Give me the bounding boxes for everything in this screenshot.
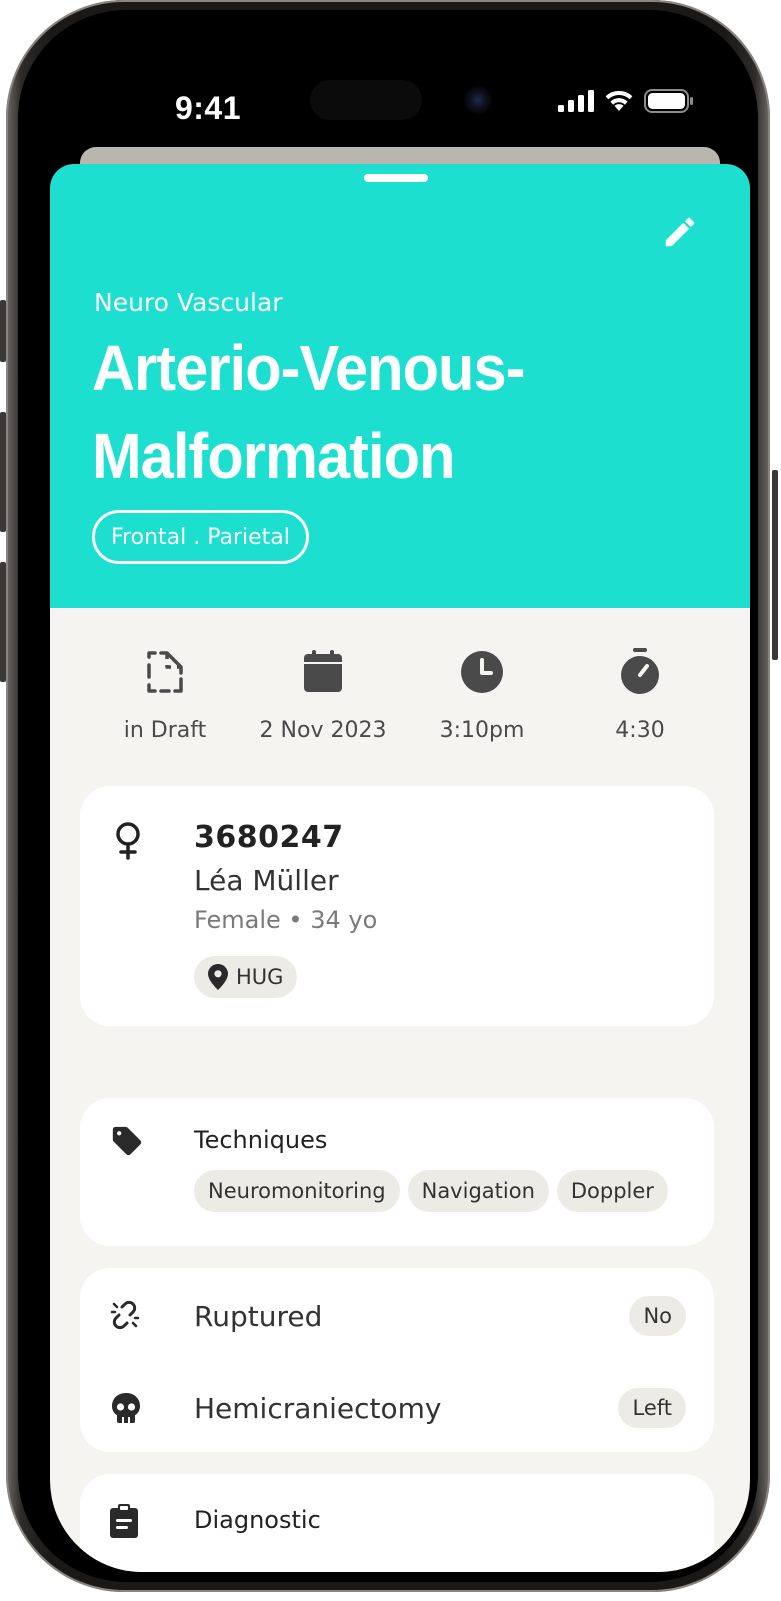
meta-date-label: 2 Nov 2023 <box>259 718 387 743</box>
hospital-chip[interactable]: HUG <box>194 956 298 998</box>
meta-status: in Draft <box>85 648 245 743</box>
calendar-icon <box>304 650 342 692</box>
hospital-label: HUG <box>236 965 284 989</box>
dynamic-island <box>310 80 422 120</box>
techniques-title: Techniques <box>194 1126 328 1154</box>
case-title: Arterio-Venous- Malformation <box>92 324 669 500</box>
hemicraniectomy-label: Hemicraniectomy <box>194 1392 442 1425</box>
ruptured-value[interactable]: No <box>629 1296 686 1336</box>
technique-chip[interactable]: Doppler <box>556 1170 668 1212</box>
pencil-icon <box>665 217 695 247</box>
sheet-grabber[interactable] <box>364 174 428 182</box>
case-meta-row: in Draft 2 Nov 2023 3:10pm 4:30 <box>50 648 750 768</box>
meta-duration-label: 4:30 <box>615 718 665 743</box>
ruptured-row[interactable]: Ruptured No <box>80 1278 714 1358</box>
clock-icon <box>461 651 503 693</box>
hemicraniectomy-row[interactable]: Hemicraniectomy Left <box>80 1370 714 1450</box>
case-body: in Draft 2 Nov 2023 3:10pm 4:30 3680247 … <box>50 608 750 1572</box>
hemicraniectomy-value[interactable]: Left <box>618 1388 686 1428</box>
techniques-chips: Neuromonitoring Navigation Doppler <box>194 1170 668 1212</box>
meta-duration: 4:30 <box>560 648 720 743</box>
wifi-icon <box>605 90 633 111</box>
status-icons <box>558 86 694 116</box>
patient-id: 3680247 <box>194 820 344 855</box>
power-button <box>772 470 778 660</box>
meta-time: 3:10pm <box>402 648 562 743</box>
broken-link-icon <box>110 1300 140 1330</box>
meta-time-label: 3:10pm <box>439 718 525 743</box>
meta-date: 2 Nov 2023 <box>243 648 403 743</box>
status-time: 9:41 <box>174 90 242 126</box>
patient-name: Léa Müller <box>194 864 339 897</box>
case-category: Neuro Vascular <box>94 288 283 317</box>
patient-card[interactable]: 3680247 Léa Müller Female • 34 yo HUG <box>80 786 714 1026</box>
case-title-line1: Arterio-Venous- <box>92 332 525 404</box>
case-title-line2: Malformation <box>92 420 455 492</box>
flags-card: Ruptured No Hemicraniectomy Left <box>80 1268 714 1452</box>
patient-info: Female • 34 yo <box>194 906 378 934</box>
meta-status-label: in Draft <box>123 718 207 743</box>
stopwatch-icon <box>621 648 659 694</box>
techniques-card[interactable]: Techniques Neuromonitoring Navigation Do… <box>80 1098 714 1246</box>
draft-icon <box>147 651 183 693</box>
tag-icon <box>112 1126 142 1156</box>
edit-button[interactable] <box>656 208 704 256</box>
battery-icon <box>644 89 693 113</box>
clipboard-icon <box>110 1504 138 1538</box>
female-icon <box>116 822 140 860</box>
phone-frame: 9:41 Neuro Vascular Arterio-Venous- Malf… <box>6 0 770 1592</box>
phone-bezel: 9:41 Neuro Vascular Arterio-Venous- Malf… <box>18 10 758 1582</box>
case-header: Neuro Vascular Arterio-Venous- Malformat… <box>50 164 750 608</box>
screen: 9:41 Neuro Vascular Arterio-Venous- Malf… <box>50 40 750 1572</box>
skull-icon <box>112 1393 140 1423</box>
signal-icon <box>558 90 594 112</box>
diagnostic-card[interactable]: Diagnostic <box>80 1474 714 1572</box>
status-bar: 9:41 <box>50 40 750 160</box>
location-tag[interactable]: Frontal . Parietal <box>92 510 309 564</box>
ruptured-label: Ruptured <box>194 1300 323 1333</box>
diagnostic-title: Diagnostic <box>194 1506 321 1534</box>
technique-chip[interactable]: Navigation <box>407 1170 549 1212</box>
camera-icon <box>464 86 492 114</box>
location-pin-icon <box>208 964 228 990</box>
technique-chip[interactable]: Neuromonitoring <box>194 1170 400 1212</box>
